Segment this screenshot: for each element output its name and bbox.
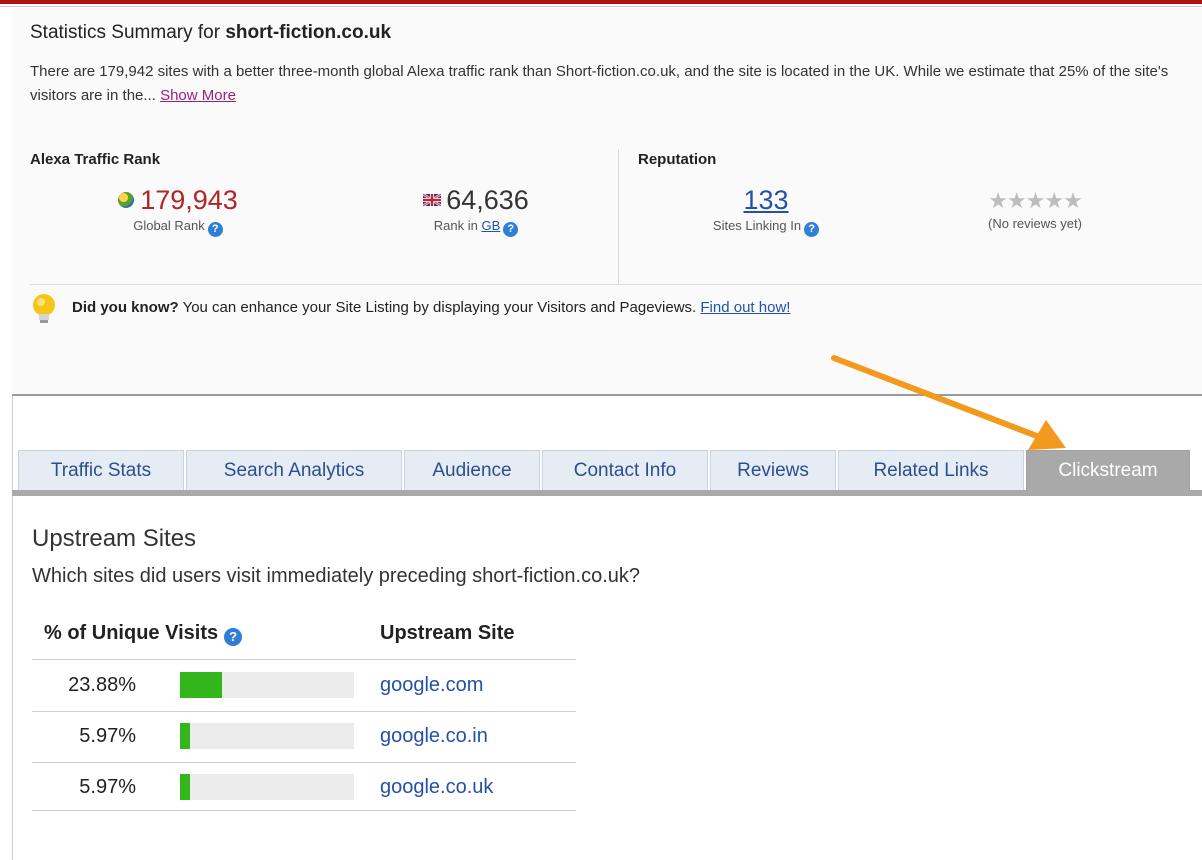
title-domain: short-fiction.co.uk (225, 22, 392, 43)
tab-contact-info[interactable]: Contact Info (542, 450, 708, 491)
lightbulb-icon (33, 294, 55, 323)
global-rank-value: 179,943 (140, 185, 238, 215)
traffic-rank-heading: Alexa Traffic Rank (30, 151, 161, 168)
upstream-site-link[interactable]: google.co.uk (380, 776, 493, 799)
country-link[interactable]: GB (481, 218, 500, 233)
sites-linking-metric: 133 Sites Linking In? (666, 184, 866, 237)
visit-share-fill (180, 672, 222, 698)
col-header-upstream-site: Upstream Site (380, 622, 515, 644)
tab-related-links[interactable]: Related Links (838, 450, 1024, 491)
tip-lead: Did you know? (72, 299, 179, 316)
page-title: Statistics Summary for short-fiction.co.… (30, 22, 391, 44)
summary-description: There are 179,942 sites with a better th… (30, 60, 1202, 108)
table-row: 5.97% google.co.uk (32, 764, 576, 814)
global-rank-metric: 179,943 Global Rank? (78, 184, 278, 237)
visit-share-bar (180, 672, 354, 698)
upstream-title: Upstream Sites (32, 525, 197, 552)
sites-linking-label: Sites Linking In (712, 218, 802, 233)
visit-percentage: 5.97% (79, 725, 136, 747)
divider (30, 284, 1202, 285)
tip-text: You can enhance your Site Listing by dis… (178, 299, 701, 316)
reviews-label: (No reviews yet) (988, 216, 1082, 231)
section-divider (618, 149, 619, 285)
show-more-link[interactable]: Show More (160, 87, 236, 104)
visit-percentage: 23.88% (68, 674, 136, 696)
top-border (0, 0, 1202, 4)
visit-share-fill (180, 723, 191, 749)
table-header-rule (32, 659, 576, 660)
upstream-site-link[interactable]: google.com (380, 674, 483, 697)
local-rank-value: 64,636 (446, 185, 529, 215)
row-divider (32, 711, 576, 712)
tab-underline (12, 490, 1202, 496)
help-icon[interactable]: ? (503, 222, 519, 237)
find-out-how-link[interactable]: Find out how! (700, 299, 790, 316)
help-icon[interactable]: ? (224, 628, 243, 646)
tab-audience[interactable]: Audience (404, 450, 540, 491)
star-rating-icon[interactable]: ★★★★★ (960, 188, 1110, 214)
upstream-site-link[interactable]: google.co.in (380, 725, 488, 748)
visit-share-bar (180, 774, 354, 800)
global-rank-label: Global Rank (133, 218, 205, 233)
tab-clickstream[interactable]: Clickstream (1026, 450, 1190, 491)
globe-icon (118, 192, 135, 208)
visit-percentage: 5.97% (79, 776, 136, 798)
help-icon[interactable]: ? (207, 222, 223, 237)
top-border-inner (0, 6, 1202, 7)
statistics-summary-panel: Statistics Summary for short-fiction.co.… (12, 8, 1202, 396)
row-divider (32, 810, 576, 811)
local-rank-metric: 64,636 Rank in GB? (376, 184, 576, 237)
row-divider (32, 762, 576, 763)
table-row: 5.97% google.co.in (32, 713, 576, 763)
tab-traffic-stats[interactable]: Traffic Stats (18, 450, 184, 491)
col-pct-label: % of Unique Visits (44, 622, 219, 644)
table-row: 23.88% google.com (32, 662, 576, 712)
local-rank-label: Rank in (433, 218, 482, 233)
did-you-know-tip: Did you know? You can enhance your Site … (72, 299, 790, 316)
title-prefix: Statistics Summary for (30, 22, 226, 43)
tab-search-analytics[interactable]: Search Analytics (186, 450, 402, 491)
visit-share-fill (180, 774, 191, 800)
visit-share-bar (180, 723, 354, 749)
upstream-subtitle: Which sites did users visit immediately … (32, 565, 641, 587)
col-header-unique-visits: % of Unique Visits? (44, 622, 243, 646)
sites-linking-value[interactable]: 133 (743, 185, 788, 215)
reputation-heading: Reputation (638, 151, 717, 168)
uk-flag-icon (423, 194, 442, 206)
arrow-annotation (831, 355, 1066, 450)
reviews-metric: ★★★★★ (No reviews yet) (960, 188, 1110, 231)
tab-reviews[interactable]: Reviews (710, 450, 836, 491)
help-icon[interactable]: ? (804, 222, 820, 237)
